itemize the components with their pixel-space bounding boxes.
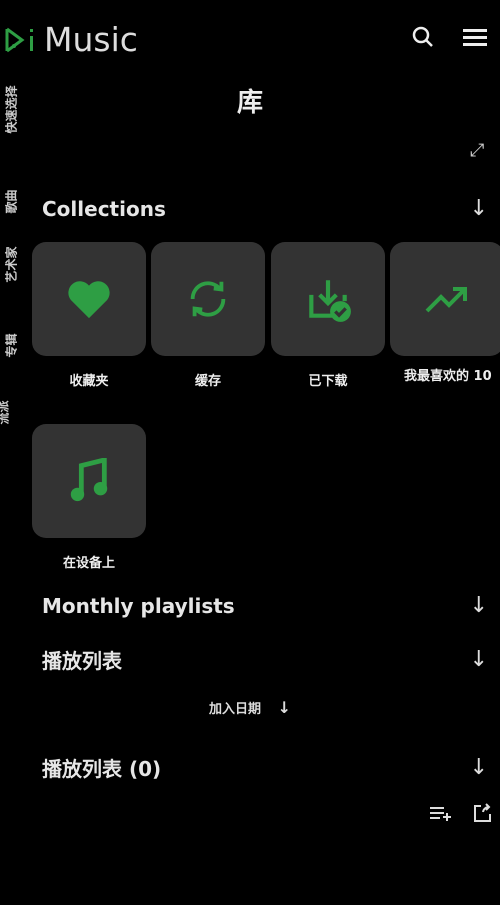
collections-title: Collections — [42, 196, 166, 221]
sync-icon — [190, 281, 226, 317]
tile-label: 在设备上 — [62, 556, 115, 571]
music-note-icon — [70, 458, 108, 502]
collection-downloaded[interactable]: 已下载 — [271, 242, 385, 389]
menu-button[interactable] — [463, 28, 487, 52]
menu-icon — [463, 29, 487, 46]
sidebar-item-artists[interactable]: 艺术家 — [3, 246, 20, 282]
playlists-header[interactable]: 播放列表 ↓ — [42, 645, 488, 674]
sort-arrow-icon: ↓ — [277, 698, 291, 717]
tile-label: 已下载 — [308, 374, 348, 389]
sidebar-item-genres[interactable]: 流派 — [0, 400, 12, 424]
arrow-down-icon[interactable]: ↓ — [470, 755, 488, 780]
search-button[interactable] — [412, 26, 434, 52]
monthly-playlists-title: Monthly playlists — [42, 593, 235, 618]
playlists-title: 播放列表 — [42, 649, 122, 673]
collections-header[interactable]: Collections ↓ — [42, 196, 488, 221]
new-playlist-button[interactable] — [430, 805, 452, 825]
tile-label: 缓存 — [194, 374, 221, 389]
page-title: 库 — [236, 88, 263, 118]
tile-label: 收藏夹 — [69, 374, 109, 389]
search-icon — [412, 26, 433, 47]
trending-up-icon — [425, 287, 467, 313]
logo-icon — [5, 27, 33, 52]
playlists-count-title: 播放列表 (0) — [42, 757, 162, 781]
playlist-add-icon — [430, 807, 451, 821]
sidebar-item-songs[interactable]: 歌曲 — [3, 189, 20, 213]
heart-icon — [68, 281, 110, 319]
tile-label: 我最喜欢的 10 — [404, 369, 492, 384]
import-icon — [474, 803, 491, 822]
app-logo: Music — [4, 20, 138, 59]
download-done-icon — [309, 280, 351, 322]
collection-cache[interactable]: 缓存 — [151, 242, 265, 389]
expand-icon: ⤢ — [470, 140, 485, 161]
sort-label: 加入日期 — [209, 702, 262, 717]
arrow-down-icon[interactable]: ↓ — [470, 196, 488, 221]
collection-top10[interactable]: 我最喜欢的 10 — [390, 242, 500, 386]
sort-button[interactable]: 加入日期 ↓ — [0, 698, 500, 717]
playlists-count-header[interactable]: 播放列表 (0) ↓ — [42, 753, 488, 782]
collection-on-device[interactable]: 在设备上 — [32, 424, 146, 571]
sidebar-item-albums[interactable]: 专辑 — [3, 333, 20, 357]
import-playlist-button[interactable] — [472, 802, 494, 828]
app-title: Music — [44, 20, 138, 59]
collection-favorites[interactable]: 收藏夹 — [32, 242, 146, 389]
expand-button[interactable]: ⤢ — [470, 140, 484, 161]
monthly-playlists-header[interactable]: Monthly playlists ↓ — [42, 593, 488, 618]
arrow-down-icon[interactable]: ↓ — [470, 647, 488, 672]
arrow-down-icon[interactable]: ↓ — [470, 593, 488, 618]
